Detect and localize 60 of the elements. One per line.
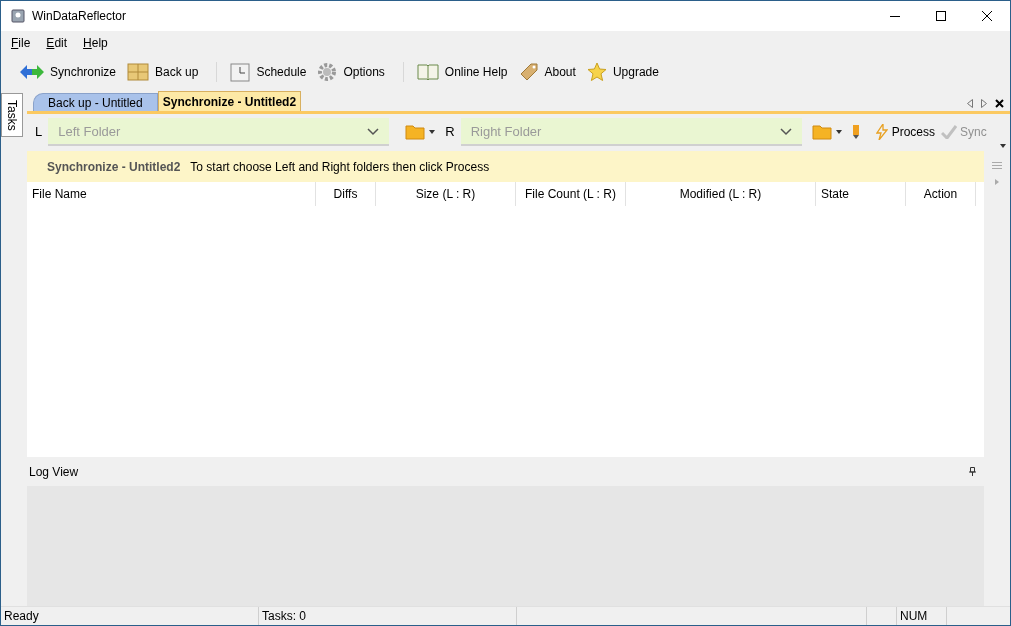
info-title: Synchronize - Untitled2	[47, 158, 181, 176]
caret-icon	[1000, 144, 1006, 148]
box-icon	[127, 63, 150, 81]
toolbar-button[interactable]: Online Help	[413, 59, 511, 85]
calendar-icon	[230, 62, 251, 82]
scroll-right-icon[interactable]	[981, 99, 987, 108]
caret-icon	[835, 130, 842, 134]
pencil-icon[interactable]	[851, 124, 860, 140]
status-text: NUM	[900, 608, 928, 625]
toolbar-button[interactable]: Back up	[124, 59, 202, 85]
close-icon	[982, 11, 992, 21]
column-header[interactable]: Diffs	[316, 182, 376, 206]
close-icon[interactable]	[995, 99, 1004, 108]
folder-icon	[405, 124, 426, 140]
column-header[interactable]: Size (L : R)	[376, 182, 516, 206]
star-icon	[586, 62, 607, 82]
chevron-down-icon	[367, 128, 380, 136]
chevron-down-icon	[779, 128, 792, 136]
right-folder-field[interactable]: Right Folder	[460, 118, 802, 146]
checkmark-icon	[941, 125, 957, 139]
toolbar-button[interactable]: Schedule	[227, 59, 310, 85]
caret-icon	[429, 130, 436, 134]
browse-button[interactable]	[405, 124, 436, 140]
arrow-right-icon[interactable]	[995, 179, 999, 185]
book-icon	[416, 63, 439, 81]
document-tab[interactable]: Synchronize - Untitled2	[157, 91, 302, 111]
left-label: L	[35, 123, 43, 142]
lightning-icon	[875, 124, 888, 140]
maximize-icon	[936, 11, 946, 21]
toolbar-button[interactable]: Synchronize	[17, 59, 120, 85]
folder-icon	[811, 124, 832, 140]
status-text: Tasks: 0	[262, 608, 306, 625]
side-tab[interactable]: Tasks	[1, 93, 23, 137]
log-view-title: Log View	[29, 463, 79, 481]
gear-icon	[317, 62, 338, 82]
toolbar-button[interactable]: About	[515, 59, 579, 85]
browse-button[interactable]	[811, 124, 842, 140]
pin-icon[interactable]	[969, 467, 976, 476]
minimize-icon	[890, 15, 900, 17]
right-label: R	[445, 123, 455, 142]
column-header[interactable]: File Name	[27, 182, 316, 206]
process-button[interactable]: Process	[875, 123, 935, 141]
menu-item[interactable]: File	[5, 34, 37, 52]
list-icon[interactable]	[992, 162, 1002, 169]
toolbar-button[interactable]: Upgrade	[583, 59, 662, 85]
column-header[interactable]: File Count (L : R)	[516, 182, 626, 206]
info-message: To start choose Left and Right folders then click Process	[190, 158, 490, 176]
menu-item[interactable]: Help	[77, 34, 114, 52]
tag-icon	[518, 62, 539, 82]
status-text: Ready	[4, 608, 39, 625]
toolbar-button[interactable]: Options	[314, 59, 388, 85]
double-arrow-icon	[20, 64, 44, 80]
left-folder-field[interactable]: Left Folder	[48, 118, 390, 146]
scroll-left-icon[interactable]	[967, 99, 973, 108]
menu-item[interactable]: Edit	[40, 34, 74, 52]
window-title: WinDataReflector	[32, 8, 127, 25]
document-tab[interactable]: Back up - Untitled	[33, 93, 158, 111]
column-header[interactable]: Action	[906, 182, 976, 206]
column-header[interactable]: Modified (L : R)	[626, 182, 816, 206]
column-header[interactable]: State	[816, 182, 906, 206]
